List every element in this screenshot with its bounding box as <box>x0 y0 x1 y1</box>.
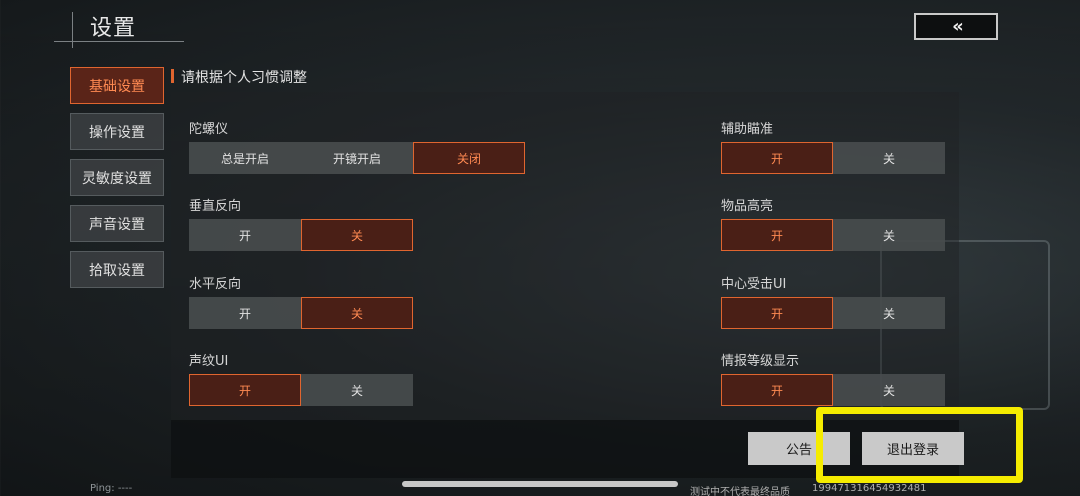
item-highlight-toggle: 开 关 <box>721 219 945 251</box>
voiceprint-ui-setting: 声纹UI 开 关 <box>189 350 413 406</box>
sidebar-item-sound[interactable]: 声音设置 <box>70 205 164 242</box>
intel-level-display-on[interactable]: 开 <box>721 374 833 406</box>
back-button[interactable]: « <box>914 13 998 40</box>
vertical-invert-on[interactable]: 开 <box>189 219 301 251</box>
home-indicator[interactable] <box>402 481 678 487</box>
voiceprint-ui-on[interactable]: 开 <box>189 374 301 406</box>
horizontal-invert-toggle: 开 关 <box>189 297 413 329</box>
intel-level-display-off[interactable]: 关 <box>833 374 945 406</box>
test-build-note: 测试中不代表最终品质 <box>690 487 790 496</box>
horizontal-invert-setting: 水平反向 开 关 <box>189 273 413 329</box>
setting-label: 物品高亮 <box>721 199 774 214</box>
sidebar-item-label: 灵敏度设置 <box>82 170 152 187</box>
setting-label: 垂直反向 <box>189 199 242 214</box>
gyroscope-setting: 陀螺仪 总是开启 开镜开启 关闭 <box>189 118 525 174</box>
double-chevron-left-icon: « <box>952 16 963 37</box>
center-hit-ui-toggle: 开 关 <box>721 297 945 329</box>
aim-assist-setting: 辅助瞄准 开 关 <box>721 118 945 174</box>
gyroscope-option-scope[interactable]: 开镜开启 <box>301 142 413 174</box>
voiceprint-ui-toggle: 开 关 <box>189 374 413 406</box>
center-hit-ui-setting: 中心受击UI 开 关 <box>721 273 945 329</box>
page-title: 设置 <box>90 16 137 41</box>
setting-label: 辅助瞄准 <box>721 122 774 137</box>
item-highlight-on[interactable]: 开 <box>721 219 833 251</box>
user-id: 1994713164549324​81 <box>812 483 927 494</box>
sidebar-item-label: 基础设置 <box>89 78 145 95</box>
center-hit-ui-on[interactable]: 开 <box>721 297 833 329</box>
aim-assist-toggle: 开 关 <box>721 142 945 174</box>
item-highlight-setting: 物品高亮 开 关 <box>721 195 945 251</box>
center-hit-ui-off[interactable]: 关 <box>833 297 945 329</box>
voiceprint-ui-off[interactable]: 关 <box>301 374 413 406</box>
gyroscope-option-off[interactable]: 关闭 <box>413 142 525 174</box>
aim-assist-on[interactable]: 开 <box>721 142 833 174</box>
sidebar-item-label: 声音设置 <box>89 216 145 233</box>
intel-level-display-toggle: 开 关 <box>721 374 945 406</box>
sidebar-item-controls[interactable]: 操作设置 <box>70 113 164 150</box>
sidebar-item-pickup[interactable]: 拾取设置 <box>70 251 164 288</box>
sidebar-item-label: 拾取设置 <box>89 262 145 279</box>
setting-label: 中心受击UI <box>721 277 787 292</box>
sidebar-item-label: 操作设置 <box>89 124 145 141</box>
settings-sidebar: 基础设置 操作设置 灵敏度设置 声音设置 拾取设置 <box>70 67 164 297</box>
sidebar-item-basic[interactable]: 基础设置 <box>70 67 164 104</box>
aim-assist-off[interactable]: 关 <box>833 142 945 174</box>
horizontal-invert-off[interactable]: 关 <box>301 297 413 329</box>
ping-readout: Ping: ---- <box>90 483 133 494</box>
vertical-invert-off[interactable]: 关 <box>301 219 413 251</box>
highlight-annotation-box <box>816 407 1023 483</box>
section-title: 请根据个人习惯调整 <box>171 67 307 87</box>
gyroscope-segmented-control: 总是开启 开镜开启 关闭 <box>189 142 525 174</box>
vertical-invert-setting: 垂直反向 开 关 <box>189 195 413 251</box>
setting-label: 声纹UI <box>189 354 229 369</box>
setting-label: 陀螺仪 <box>189 122 229 137</box>
setting-label: 情报等级显示 <box>721 354 800 369</box>
intel-level-display-setting: 情报等级显示 开 关 <box>721 350 945 406</box>
horizontal-invert-on[interactable]: 开 <box>189 297 301 329</box>
vertical-invert-toggle: 开 关 <box>189 219 413 251</box>
setting-label: 水平反向 <box>189 277 242 292</box>
sidebar-item-sensitivity[interactable]: 灵敏度设置 <box>70 159 164 196</box>
item-highlight-off[interactable]: 关 <box>833 219 945 251</box>
gyroscope-option-always[interactable]: 总是开启 <box>189 142 301 174</box>
